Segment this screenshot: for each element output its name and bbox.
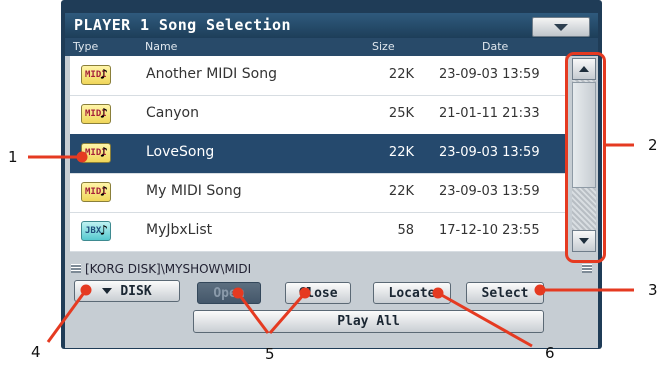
callout-line-5b <box>268 292 307 334</box>
callout-dot-5a <box>232 287 244 299</box>
callout-4: 4 <box>31 343 41 361</box>
callout-dot-4 <box>80 284 92 296</box>
callout-dot-5b <box>299 287 311 299</box>
callout-dot-1 <box>76 151 88 163</box>
callout-line-5a <box>236 292 270 334</box>
callout-line-6 <box>437 291 533 348</box>
callout-5: 5 <box>265 345 275 363</box>
callout-lines <box>28 143 634 348</box>
callout-2: 2 <box>648 136 658 154</box>
callout-dot-6 <box>432 287 444 299</box>
callout-6: 6 <box>545 344 555 362</box>
callout-dot-3 <box>534 284 546 296</box>
callout-3: 3 <box>648 281 658 299</box>
callout-line-4 <box>46 289 88 343</box>
callout-1: 1 <box>8 148 18 166</box>
